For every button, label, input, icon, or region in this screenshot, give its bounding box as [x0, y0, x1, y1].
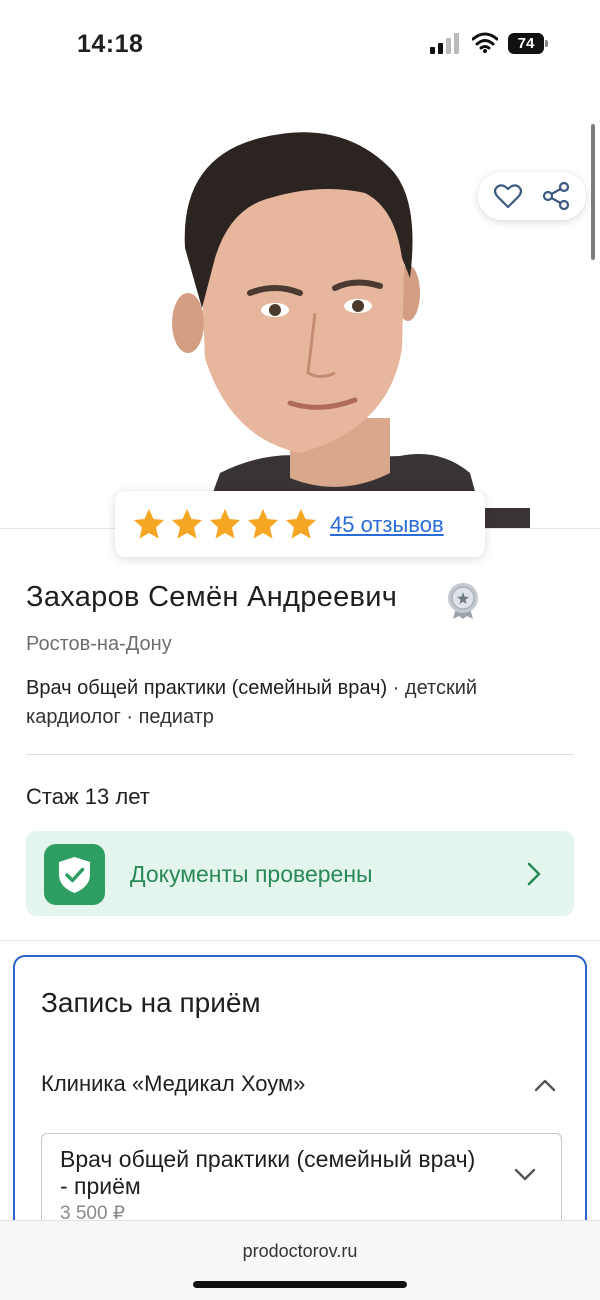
award-medal-icon	[448, 583, 478, 619]
star-icon	[172, 509, 202, 539]
specialty-main: Врач общей практики (семейный врач)	[26, 677, 388, 699]
signal-icon	[430, 33, 459, 54]
status-time: 14:18	[77, 30, 144, 58]
battery-icon: 74	[508, 33, 550, 55]
shield-check-icon	[44, 844, 105, 905]
heart-icon[interactable]	[494, 183, 522, 209]
rating-badge: 45 отзывов	[115, 491, 485, 557]
star-icon	[134, 509, 164, 539]
documents-verified-label: Документы проверены	[130, 861, 373, 887]
browser-address-bar[interactable]: prodoctorov.ru	[0, 1220, 600, 1300]
doctor-portrait-image	[172, 132, 530, 528]
divider	[26, 754, 574, 755]
status-bar: 14:18 74	[0, 0, 600, 88]
documents-verified-banner[interactable]: Документы проверены	[26, 831, 574, 916]
doctor-experience: Стаж 13 лет	[26, 784, 150, 809]
booking-title: Запись на приём	[41, 987, 261, 1018]
wifi-icon	[472, 32, 498, 53]
star-icon	[248, 509, 278, 539]
clinic-name[interactable]: Клиника «Медикал Хоум»	[41, 1071, 305, 1097]
doctor-specialties: Врач общей практики (семейный врач) · де…	[26, 674, 576, 732]
doctor-name: Захаров Семён Андреевич	[26, 581, 398, 613]
favorite-share-pill	[478, 172, 586, 220]
home-indicator[interactable]	[193, 1281, 407, 1288]
battery-level: 74	[508, 33, 544, 54]
reviews-link[interactable]: 45 отзывов	[330, 512, 444, 538]
chevron-down-icon[interactable]	[514, 1168, 536, 1182]
doctor-photo	[0, 88, 600, 528]
doctor-city: Ростов-на-Дону	[26, 633, 172, 655]
star-icon	[210, 509, 240, 539]
service-name: Врач общей практики (семейный врач) - пр…	[60, 1146, 476, 1199]
star-icon	[286, 509, 316, 539]
chevron-right-icon	[527, 862, 541, 886]
booking-panel: Запись на приём Клиника «Медикал Хоум» В…	[13, 955, 587, 1255]
star-rating	[133, 508, 317, 540]
share-icon[interactable]	[542, 182, 570, 210]
url-text[interactable]: prodoctorov.ru	[0, 1241, 600, 1262]
chevron-up-icon[interactable]	[533, 1077, 557, 1093]
scrollbar[interactable]	[591, 124, 595, 260]
